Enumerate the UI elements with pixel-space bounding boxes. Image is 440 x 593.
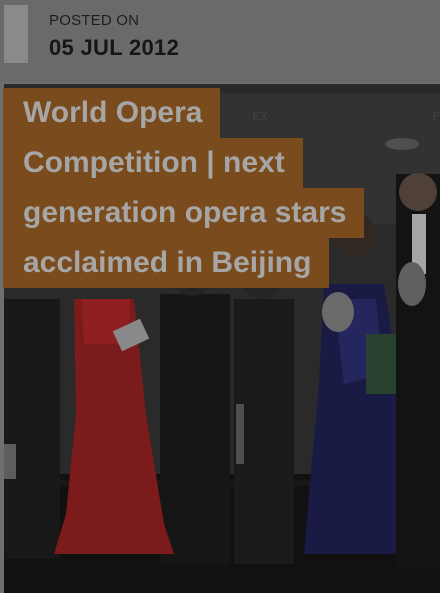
title-line-3[interactable]: generation opera stars bbox=[3, 188, 365, 238]
date-accent-bar bbox=[4, 5, 28, 63]
posted-on-label: POSTED ON bbox=[49, 12, 140, 29]
post-title[interactable]: World Opera Competition | next generatio… bbox=[3, 88, 403, 288]
posted-date: 05 JUL 2012 bbox=[49, 35, 180, 60]
post-header: POSTED ON 05 JUL 2012 bbox=[0, 0, 440, 82]
title-line-1[interactable]: World Opera bbox=[3, 88, 221, 138]
title-line-2[interactable]: Competition | next bbox=[3, 138, 303, 188]
title-line-4[interactable]: acclaimed in Beijing bbox=[3, 238, 330, 288]
